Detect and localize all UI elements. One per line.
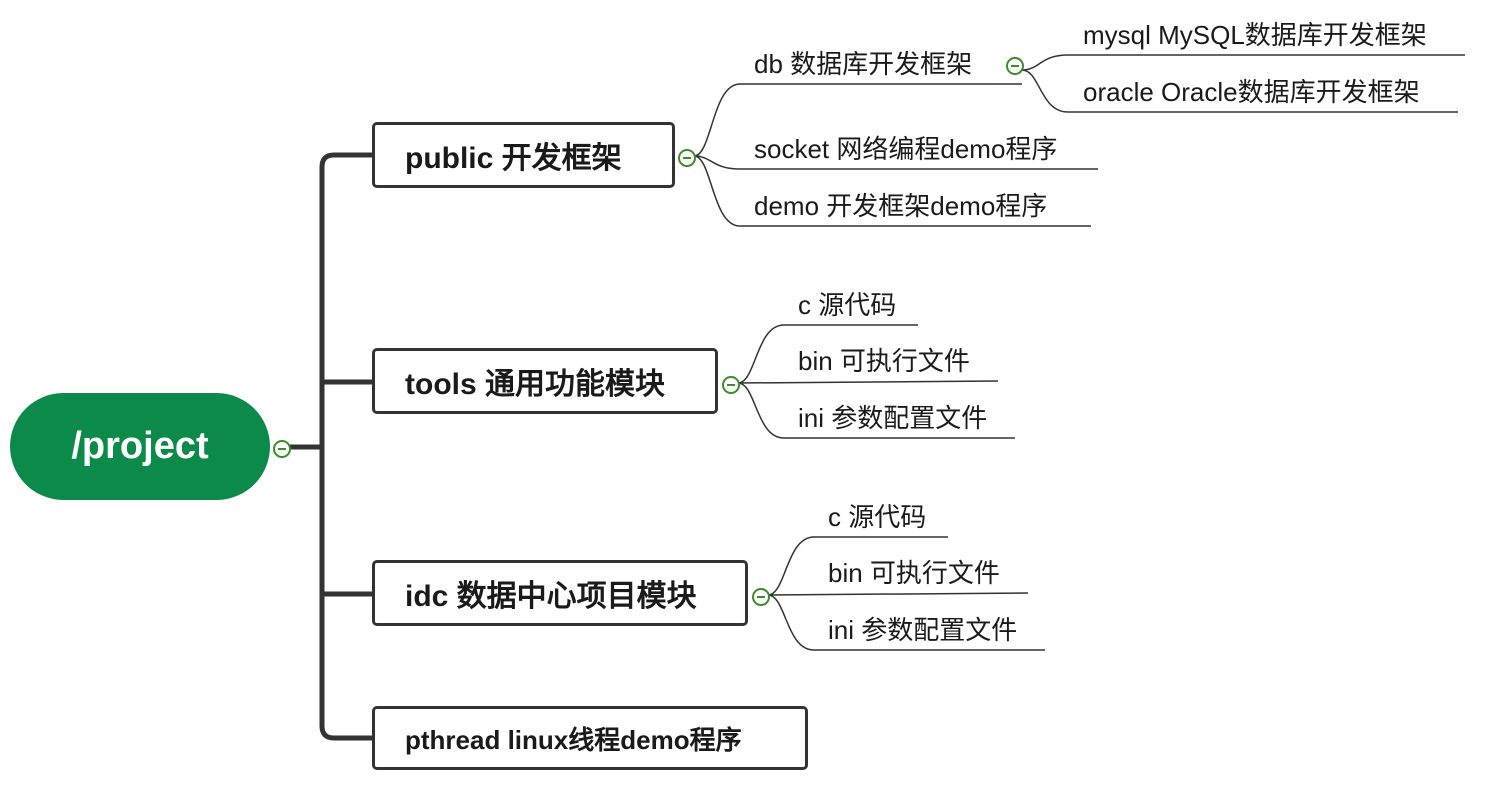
collapse-minus-icon[interactable] <box>678 149 696 167</box>
branch-node-public[interactable]: public 开发框架 <box>372 122 675 188</box>
leaf-idc-bin[interactable]: bin 可执行文件 <box>828 558 1000 588</box>
branch-label-idc: idc 数据中心项目模块 <box>405 580 697 613</box>
branch-node-tools[interactable]: tools 通用功能模块 <box>372 348 718 414</box>
branch-label-pthread: pthread linux线程demo程序 <box>405 724 742 755</box>
branch-label-tools: tools 通用功能模块 <box>405 368 665 401</box>
leaf-tools-bin[interactable]: bin 可执行文件 <box>798 346 970 376</box>
leaf-idc-ini[interactable]: ini 参数配置文件 <box>828 615 1017 645</box>
collapse-minus-icon[interactable] <box>1006 57 1024 75</box>
collapse-minus-icon[interactable] <box>722 376 740 394</box>
connector-tools-bin <box>737 380 999 384</box>
leaf-public-db[interactable]: db 数据库开发框架 <box>754 49 972 79</box>
connector-db-mysql <box>1021 54 1465 71</box>
connector-idc-bin <box>767 592 1029 596</box>
root-node-label: /project <box>71 425 209 467</box>
root-node[interactable]: /project <box>10 393 270 500</box>
connector-trunk-spine <box>319 152 375 741</box>
leaf-idc-c[interactable]: c 源代码 <box>828 502 926 532</box>
leaf-public-demo[interactable]: demo 开发框架demo程序 <box>754 191 1047 221</box>
collapse-minus-icon[interactable] <box>752 588 770 606</box>
leaf-db-oracle[interactable]: oracle Oracle数据库开发框架 <box>1083 77 1420 107</box>
leaf-db-mysql[interactable]: mysql MySQL数据库开发框架 <box>1083 20 1427 50</box>
leaf-tools-ini[interactable]: ini 参数配置文件 <box>798 403 987 433</box>
branch-node-pthread[interactable]: pthread linux线程demo程序 <box>372 706 808 770</box>
branch-label-public: public 开发框架 <box>405 142 622 175</box>
collapse-minus-icon[interactable] <box>273 440 291 458</box>
leaf-tools-c[interactable]: c 源代码 <box>798 290 896 320</box>
branch-node-idc[interactable]: idc 数据中心项目模块 <box>372 560 748 626</box>
leaf-public-socket[interactable]: socket 网络编程demo程序 <box>754 134 1057 164</box>
